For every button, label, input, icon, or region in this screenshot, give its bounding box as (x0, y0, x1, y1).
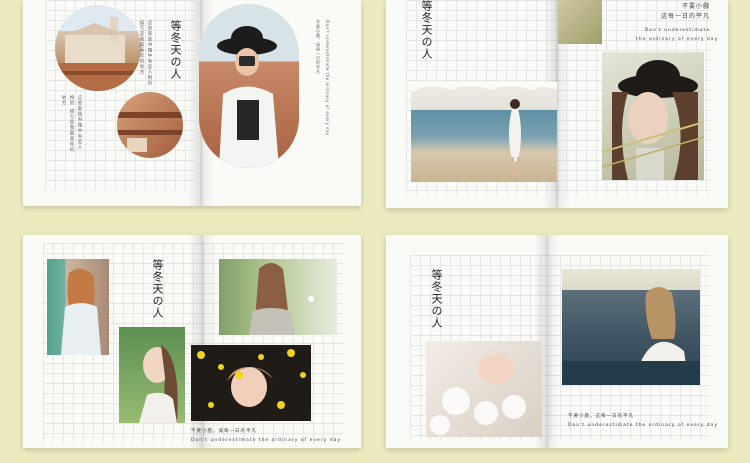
album-spread-4: 等冬天の人 不要小戲，这每一日的平凡 Don't underestimate t… (386, 235, 728, 448)
caption-en: Don't underestimate the ordinary of ever… (636, 28, 719, 42)
photo-woman-back (219, 259, 337, 335)
photo-building (55, 5, 141, 91)
caption-cn: 不要小戲 这每一日的平凡 (660, 3, 710, 20)
photo-woman-sea (562, 269, 700, 385)
photo-woman-denim (47, 259, 109, 355)
photo-woman-lying (426, 341, 542, 437)
spread-title: 等冬天の人 (420, 0, 433, 60)
body-text: 这些家族书籍中有些人物的 描写是我最喜欢的地方 (139, 20, 152, 86)
caption-cn: 不要小戲，诚每一日的平凡 (191, 429, 257, 434)
album-spread-2: 等冬天の人 不要小戲 这每一日的平凡 Don't underestimate t… (386, 0, 728, 208)
photo-woman-camera (199, 4, 299, 168)
spread-title: 等冬天の人 (169, 20, 182, 80)
caption-cn: 不要小戲，这每一日的平凡 (568, 414, 634, 419)
album-spread-1: 等冬天の人 这些家族书籍中有些人物的 描写是我最喜欢的地方 这些家族书籍中有些人… (23, 0, 361, 206)
album-spread-3: 等冬天の人 不要小戲，诚每一日的平凡 Don't underestimate t… (23, 235, 361, 448)
caption-en: Don't underestimate the ordinary of ever… (325, 20, 330, 136)
caption-cn: 不要小戲，诚每一日的平凡 (316, 20, 321, 74)
photo-woman-hat (602, 52, 704, 180)
caption-en: Don't underestimate the ordinary of ever… (191, 438, 342, 443)
photo-plants-thumb (558, 0, 602, 44)
caption-en: Don't underestimate the ordinary of ever… (568, 423, 719, 428)
photo-woman-flowers (191, 345, 311, 421)
photo-beach-woman (411, 82, 557, 182)
photo-woman-profile (119, 327, 185, 423)
photo-rooftops (117, 92, 183, 158)
spread-title: 等冬天の人 (151, 259, 164, 319)
body-text: 这些家族书籍中有些人物的 描写是我最喜欢的地方 (61, 95, 82, 153)
spread-title: 等冬天の人 (430, 269, 443, 329)
